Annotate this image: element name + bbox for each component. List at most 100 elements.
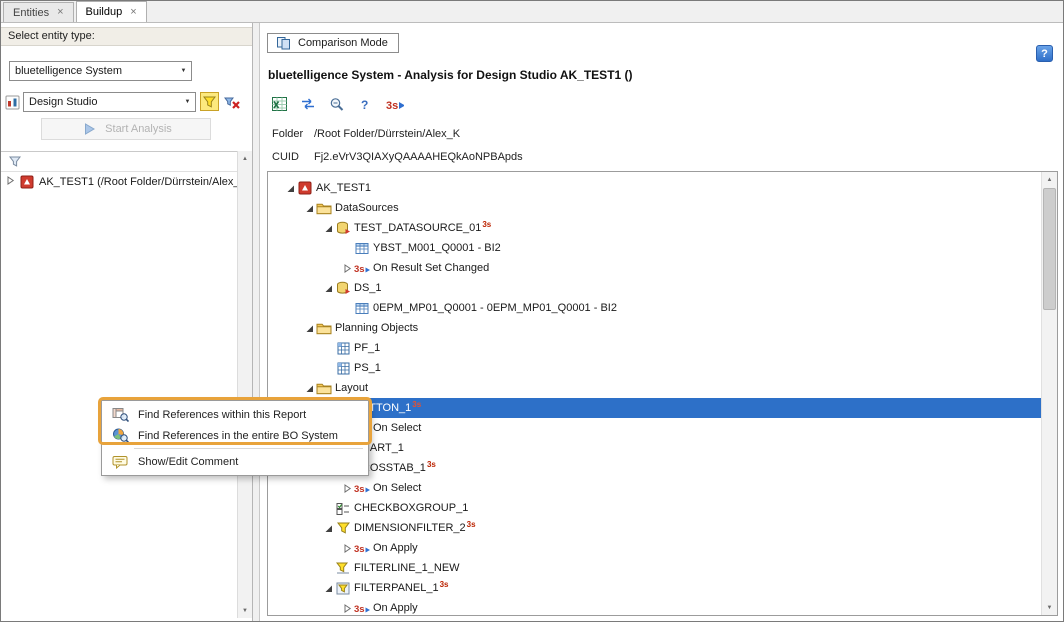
page-title: bluetelligence System - Analysis for Des… [268,68,633,82]
tree-node[interactable]: 3sOn Apply [268,538,1041,558]
entity-result-grid: AK_TEST1 (/Root Folder/Dürrstein/Alex_K) [1,151,237,192]
tab-entities-label: Entities [13,7,49,19]
reference-count-badge: 3s [467,520,476,529]
tree-node[interactable]: PF_1 [268,338,1041,358]
excel-export-button[interactable] [268,94,290,114]
tree-node[interactable]: CROSSTAB_13s [268,458,1041,478]
find-references-bo-icon [110,428,130,444]
start-analysis-button[interactable]: Start Analysis [41,118,211,140]
datasource-icon [334,280,352,296]
reference-count-badge: 3s [440,580,449,589]
folder-icon [315,320,333,336]
tab-bar: Entities × Buildup × [1,1,1063,23]
tab-buildup-label: Buildup [86,6,123,18]
tree-node[interactable]: CHART_1 [268,438,1041,458]
tree-node-label: FILTERLINE_1_NEW [352,562,460,574]
tree-node-label: 0EPM_MP01_Q0001 - 0EPM_MP01_Q0001 - BI2 [371,302,617,314]
svg-text:3s: 3s [354,604,365,615]
context-menu-item[interactable]: Find References within this Report [104,404,366,425]
event-icon: 3s [353,540,371,556]
scroll-up-arrow[interactable]: ▲ [238,151,252,166]
close-icon[interactable]: × [130,7,136,18]
refresh-transfer-button[interactable] [297,94,319,114]
expand-arrow-icon[interactable] [341,604,353,613]
cuid-row: CUID Fj2.eVrV3QIAXyQAAAAHEQkAoNPBApds [272,151,523,163]
filter-button[interactable] [200,92,219,111]
tree-node[interactable]: FILTERPANEL_13s [268,578,1041,598]
tab-buildup[interactable]: Buildup × [76,1,147,22]
tree-node[interactable]: Layout [268,378,1041,398]
scroll-up-arrow[interactable]: ▲ [1042,172,1057,187]
event-icon: 3s [353,480,371,496]
collapse-arrow-icon[interactable] [322,524,334,533]
tree-node[interactable]: 0EPM_MP01_Q0001 - 0EPM_MP01_Q0001 - BI2 [268,298,1041,318]
tree-node[interactable]: 3s On Apply [268,598,1041,616]
collapse-arrow-icon[interactable] [284,184,296,193]
filter-icon [201,94,219,110]
tree-node-label: YBST_M001_Q0001 - BI2 [371,242,501,254]
context-menu-item[interactable]: Find References in the entire BO System [104,425,366,446]
collapse-arrow-icon[interactable] [303,204,315,213]
scroll-down-arrow[interactable]: ▼ [1042,600,1057,615]
reference-count-badge: 3s [482,220,491,229]
question-icon: ? [357,96,375,112]
entity-result-row[interactable]: AK_TEST1 (/Root Folder/Dürrstein/Alex_K) [1,172,237,192]
collapse-arrow-icon[interactable] [303,384,315,393]
expand-arrow-icon[interactable] [341,544,353,553]
tree-node-label: DS_1 [352,282,382,294]
tree-node[interactable]: 3sOn Result Set Changed [268,258,1041,278]
entity-selection-panel: Select entity type: bluetelligence Syste… [1,23,253,622]
collapse-arrow-icon[interactable] [322,224,334,233]
app-window: Entities × Buildup × Select entity type:… [0,0,1064,622]
references-3s-icon: 3s [386,96,404,112]
grid-filter-row[interactable] [1,151,237,172]
expand-arrow-icon[interactable] [341,484,353,493]
system-dropdown[interactable]: bluetelligence System ▼ [9,61,192,81]
play-icon [80,121,98,137]
entity-type-dropdown[interactable]: Design Studio ▼ [23,92,196,112]
comparison-mode-button[interactable]: Comparison Mode [267,33,399,53]
tree-node[interactable]: FILTERLINE_1_NEW [268,558,1041,578]
expand-arrow-icon[interactable] [6,176,15,188]
scroll-down-arrow[interactable]: ▼ [238,603,252,618]
clear-filter-icon [223,96,241,112]
tab-entities[interactable]: Entities × [3,2,74,22]
tree-node[interactable]: BUTTON_13s [268,398,1041,418]
close-icon[interactable]: × [57,7,63,18]
scrollbar-thumb[interactable] [1043,188,1056,310]
expand-arrow-icon[interactable] [341,264,353,273]
collapse-arrow-icon[interactable] [303,324,315,333]
context-menu-item[interactable]: Show/Edit Comment [104,451,366,472]
tree-node[interactable]: Planning Objects [268,318,1041,338]
analysis-app-icon [18,174,36,190]
collapse-arrow-icon[interactable] [322,284,334,293]
tree-scrollbar[interactable]: ▲ ▼ [1041,172,1057,615]
main-toolbar: ? 3s [268,94,406,114]
tree-node[interactable]: DIMENSIONFILTER_23s [268,518,1041,538]
clear-filter-button[interactable] [222,94,241,113]
tree-node[interactable]: DataSources [268,198,1041,218]
svg-text:3s: 3s [354,264,365,275]
filterline-icon [334,560,352,576]
menu-separator [134,448,363,449]
comment-icon [110,454,130,470]
tree-node-label: PS_1 [352,362,381,374]
references-3s-button[interactable]: 3s [384,94,406,114]
tree-node[interactable]: DS_1 [268,278,1041,298]
tree-node[interactable]: TEST_DATASOURCE_013s [268,218,1041,238]
menu-item-label: Find References in the entire BO System [138,430,338,442]
tree-node[interactable]: 3sOn Select [268,478,1041,498]
zoom-button[interactable] [326,94,348,114]
tree-node-label: On Apply [371,602,418,614]
left-panel-scrollbar[interactable]: ▲ ▼ [237,151,252,618]
question-button[interactable]: ? [355,94,377,114]
tree-node-label: On Apply [371,542,418,554]
tree-node[interactable]: 3sOn Select [268,418,1041,438]
help-button[interactable]: ? [1036,45,1053,62]
tree-node[interactable]: YBST_M001_Q0001 - BI2 [268,238,1041,258]
tree-node[interactable]: AK_TEST1 [268,178,1041,198]
tree-node[interactable]: PS_1 [268,358,1041,378]
collapse-arrow-icon[interactable] [322,584,334,593]
tree-node[interactable]: CHECKBOXGROUP_1 [268,498,1041,518]
reference-count-badge: 3s [427,460,436,469]
